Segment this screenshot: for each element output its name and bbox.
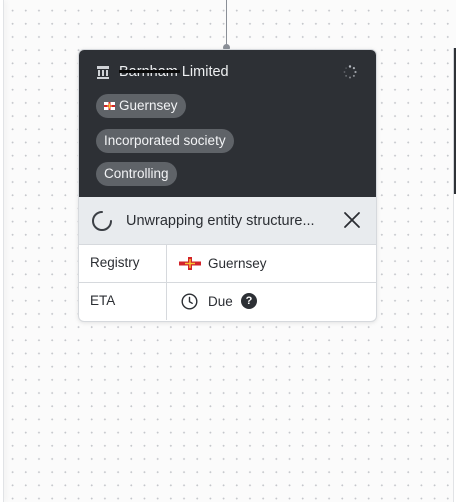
entity-type-chip[interactable]: Incorporated society	[96, 129, 234, 153]
building-icon	[97, 66, 109, 79]
guernsey-flag-icon	[179, 257, 201, 270]
registry-value-cell: Guernsey	[168, 245, 376, 282]
status-text: Unwrapping entity structure...	[126, 213, 315, 229]
close-icon[interactable]	[342, 210, 362, 230]
status-bar: Unwrapping entity structure...	[79, 197, 376, 245]
redaction-mark	[119, 70, 180, 73]
role-chip[interactable]: Controlling	[96, 162, 177, 186]
clock-icon	[181, 293, 198, 310]
help-icon[interactable]: ?	[241, 293, 257, 309]
loading-spinner-icon	[92, 211, 112, 231]
registry-label: Registry	[79, 245, 167, 282]
eta-value: Due	[208, 294, 233, 309]
registry-row: Registry Guernsey	[79, 245, 376, 283]
connector-line	[226, 0, 227, 48]
role-chip-label: Controlling	[104, 166, 169, 181]
eta-label: ETA	[79, 283, 167, 320]
jurisdiction-chip-label: Guernsey	[119, 98, 178, 113]
left-panel-edge	[0, 0, 4, 502]
registry-value: Guernsey	[208, 256, 267, 271]
jurisdiction-chip[interactable]: Guernsey	[96, 94, 186, 118]
eta-value-cell: Due ?	[168, 283, 376, 320]
loading-spinner-icon	[343, 65, 357, 79]
entity-type-chip-label: Incorporated society	[104, 133, 226, 148]
entity-card[interactable]: Barnham Limited Guernsey	[78, 49, 377, 322]
guernsey-flag-icon	[104, 102, 115, 110]
eta-row: ETA Due ?	[79, 283, 376, 320]
entity-card-header: Barnham Limited Guernsey	[79, 50, 376, 197]
